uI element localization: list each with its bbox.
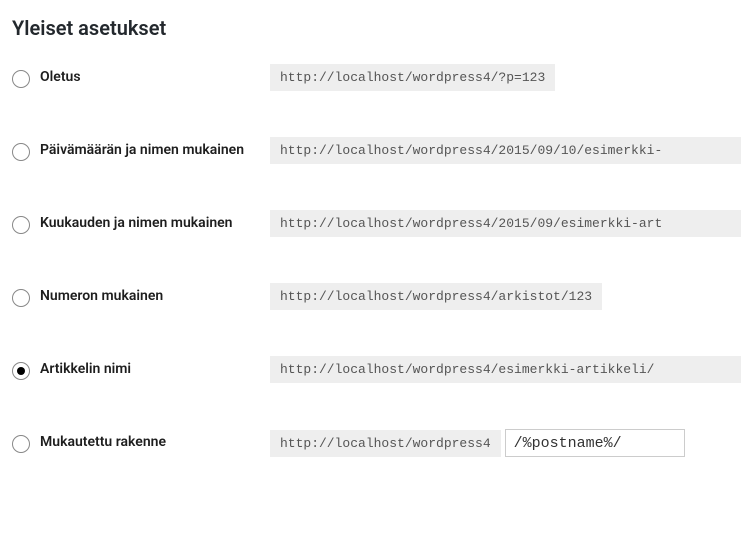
url-preview-post-name: http://localhost/wordpress4/esimerkki-ar… <box>270 356 741 383</box>
radio-day-name[interactable] <box>12 143 30 161</box>
label-post-name: Artikkelin nimi <box>40 360 131 379</box>
permalink-option-post-name[interactable]: Artikkelin nimi http://localhost/wordpre… <box>12 356 741 383</box>
label-day-name: Päivämäärän ja nimen mukainen <box>40 141 244 160</box>
permalink-option-month-name[interactable]: Kuukauden ja nimen mukainen http://local… <box>12 210 741 237</box>
url-preview-default: http://localhost/wordpress4/?p=123 <box>270 64 555 91</box>
label-default: Oletus <box>40 68 81 87</box>
permalink-option-default[interactable]: Oletus http://localhost/wordpress4/?p=12… <box>12 64 741 91</box>
label-custom: Mukautettu rakenne <box>40 433 166 452</box>
url-preview-month-name: http://localhost/wordpress4/2015/09/esim… <box>270 210 741 237</box>
custom-structure-input[interactable] <box>505 429 685 457</box>
radio-month-name[interactable] <box>12 216 30 234</box>
url-preview-custom: http://localhost/wordpress4 <box>270 430 501 457</box>
radio-numeric[interactable] <box>12 289 30 307</box>
url-preview-numeric: http://localhost/wordpress4/arkistot/123 <box>270 283 602 310</box>
label-numeric: Numeron mukainen <box>40 287 163 306</box>
section-title: Yleiset asetukset <box>12 16 741 40</box>
url-preview-day-name: http://localhost/wordpress4/2015/09/10/e… <box>270 137 741 164</box>
permalink-option-custom[interactable]: Mukautettu rakenne http://localhost/word… <box>12 429 741 457</box>
radio-default[interactable] <box>12 70 30 88</box>
radio-post-name[interactable] <box>12 362 30 380</box>
label-month-name: Kuukauden ja nimen mukainen <box>40 214 233 233</box>
permalink-option-day-name[interactable]: Päivämäärän ja nimen mukainen http://loc… <box>12 137 741 164</box>
permalink-option-numeric[interactable]: Numeron mukainen http://localhost/wordpr… <box>12 283 741 310</box>
radio-custom[interactable] <box>12 435 30 453</box>
